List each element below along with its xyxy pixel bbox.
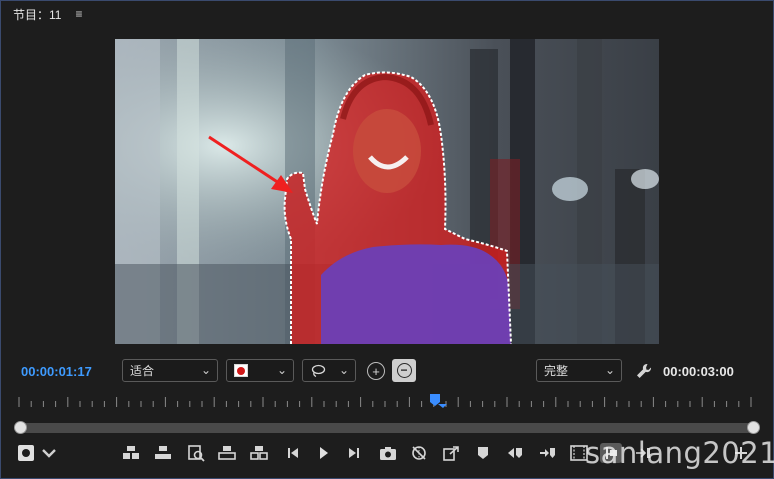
panel-header: 节目：11 ≡ xyxy=(0,0,774,28)
lasso-tool-dropdown[interactable]: ⌄ xyxy=(302,359,356,382)
mask-color-dropdown[interactable]: ⌄ xyxy=(226,359,294,382)
overwrite-icon[interactable] xyxy=(152,443,174,463)
chevron-down-icon: ⌄ xyxy=(338,363,349,377)
video-preview[interactable] xyxy=(115,39,659,344)
duration-timecode: 00:00:03:00 xyxy=(663,364,734,379)
watermark-text: sanlang2021 xyxy=(585,436,774,470)
export-frame-search-icon[interactable] xyxy=(185,443,207,463)
chevron-down-icon: ⌄ xyxy=(200,363,211,377)
settings-icon[interactable] xyxy=(14,443,38,463)
panel-title[interactable]: 节目：11 xyxy=(13,6,61,23)
current-timecode[interactable]: 00:00:01:17 xyxy=(21,364,92,379)
lift-icon[interactable] xyxy=(216,443,238,463)
scrollbar-right-handle[interactable] xyxy=(747,421,760,434)
play-icon[interactable] xyxy=(312,443,334,463)
go-to-in-icon[interactable] xyxy=(504,443,526,463)
chevron-down-icon: ⌄ xyxy=(276,363,287,377)
zoom-scrollbar[interactable] xyxy=(14,421,760,435)
share-export-icon[interactable] xyxy=(440,443,462,463)
hamburger-menu-icon[interactable]: ≡ xyxy=(75,7,82,21)
insert-icon[interactable] xyxy=(120,443,142,463)
playhead-marker[interactable] xyxy=(430,394,447,408)
camera-icon[interactable] xyxy=(377,443,399,463)
chevron-down-icon[interactable] xyxy=(40,443,58,463)
compare-icon[interactable] xyxy=(408,443,430,463)
subtract-from-selection-button[interactable]: − xyxy=(392,359,416,382)
playback-resolution-dropdown[interactable]: 完整 ⌄ xyxy=(536,359,622,382)
mask-color-swatch-icon xyxy=(234,364,248,377)
time-ruler[interactable] xyxy=(15,392,759,412)
zoom-fit-value: 适合 xyxy=(130,364,155,378)
scrollbar-left-handle[interactable] xyxy=(14,421,27,434)
add-to-selection-button[interactable]: + xyxy=(367,362,385,380)
go-to-out-icon[interactable] xyxy=(536,443,558,463)
scrollbar-track[interactable] xyxy=(20,423,754,433)
step-back-icon[interactable] xyxy=(282,443,304,463)
chevron-down-icon: ⌄ xyxy=(604,363,615,377)
step-forward-icon[interactable] xyxy=(343,443,365,463)
marker-icon[interactable] xyxy=(472,443,494,463)
zoom-fit-dropdown[interactable]: 适合 ⌄ xyxy=(122,359,218,382)
wrench-settings-icon[interactable] xyxy=(634,361,654,381)
extract-icon[interactable] xyxy=(248,443,270,463)
playback-resolution-value: 完整 xyxy=(544,364,569,378)
lasso-icon xyxy=(311,364,326,377)
monitor-control-row: 00:00:01:17 适合 ⌄ ⌄ ⌄ + − 完整 ⌄ 00:00:03:0… xyxy=(0,358,774,384)
minus-circle-icon: − xyxy=(396,363,412,378)
preview-frame-image xyxy=(115,39,659,344)
